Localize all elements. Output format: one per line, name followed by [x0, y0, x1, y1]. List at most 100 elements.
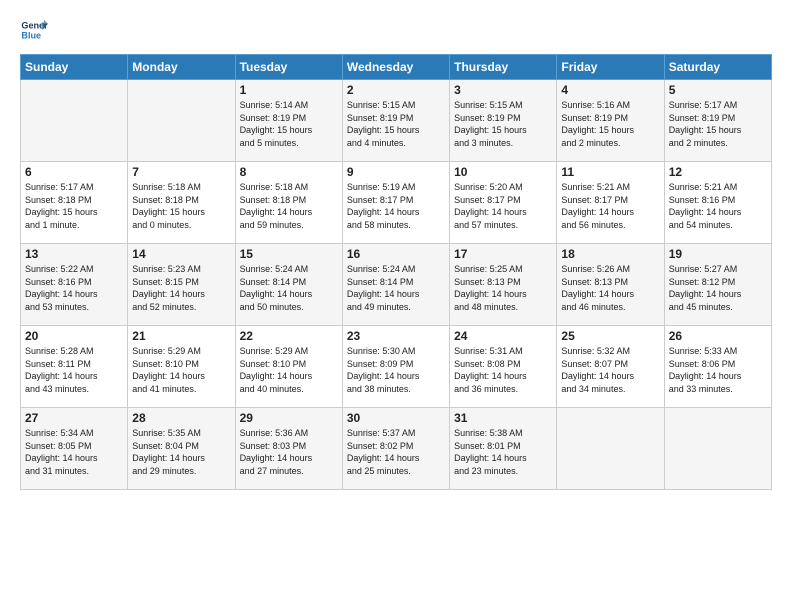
- day-cell: 14 Sunrise: 5:23 AM Sunset: 8:15 PM Dayli…: [128, 244, 235, 326]
- day-info: Sunrise: 5:28 AM Sunset: 8:11 PM Dayligh…: [25, 345, 123, 395]
- day-number: 29: [240, 411, 338, 425]
- logo: General Blue: [20, 16, 48, 44]
- day-number: 15: [240, 247, 338, 261]
- header: General Blue: [20, 16, 772, 44]
- day-cell: [21, 80, 128, 162]
- day-info: Sunrise: 5:15 AM Sunset: 8:19 PM Dayligh…: [347, 99, 445, 149]
- day-cell: 3Sunrise: 5:15 AM Sunset: 8:19 PM Daylig…: [450, 80, 557, 162]
- day-info: Sunrise: 5:17 AM Sunset: 8:19 PM Dayligh…: [669, 99, 767, 149]
- day-number: 17: [454, 247, 552, 261]
- day-cell: 16 Sunrise: 5:24 AM Sunset: 8:14 PM Dayli…: [342, 244, 449, 326]
- day-cell: 24Sunrise: 5:31 AM Sunset: 8:08 PM Dayli…: [450, 326, 557, 408]
- week-row-5: 27Sunrise: 5:34 AM Sunset: 8:05 PM Dayli…: [21, 408, 772, 490]
- day-cell: 31 Sunrise: 5:38 AM Sunset: 8:01 PM Dayli…: [450, 408, 557, 490]
- day-cell: 1Sunrise: 5:14 AM Sunset: 8:19 PM Daylig…: [235, 80, 342, 162]
- week-row-4: 20 Sunrise: 5:28 AM Sunset: 8:11 PM Dayli…: [21, 326, 772, 408]
- day-cell: 11Sunrise: 5:21 AM Sunset: 8:17 PM Dayli…: [557, 162, 664, 244]
- day-cell: 15 Sunrise: 5:24 AM Sunset: 8:14 PM Dayli…: [235, 244, 342, 326]
- day-cell: [664, 408, 771, 490]
- day-info: Sunrise: 5:32 AM Sunset: 8:07 PM Dayligh…: [561, 345, 659, 395]
- day-info: Sunrise: 5:21 AM Sunset: 8:16 PM Dayligh…: [669, 181, 767, 231]
- day-info: Sunrise: 5:29 AM Sunset: 8:10 PM Dayligh…: [132, 345, 230, 395]
- day-info: Sunrise: 5:34 AM Sunset: 8:05 PM Dayligh…: [25, 427, 123, 477]
- day-cell: 18 Sunrise: 5:26 AM Sunset: 8:13 PM Dayli…: [557, 244, 664, 326]
- day-info: Sunrise: 5:23 AM Sunset: 8:15 PM Dayligh…: [132, 263, 230, 313]
- day-cell: 23 Sunrise: 5:30 AM Sunset: 8:09 PM Dayli…: [342, 326, 449, 408]
- day-number: 6: [25, 165, 123, 179]
- day-cell: 25 Sunrise: 5:32 AM Sunset: 8:07 PM Dayli…: [557, 326, 664, 408]
- day-info: Sunrise: 5:17 AM Sunset: 8:18 PM Dayligh…: [25, 181, 123, 231]
- day-cell: 12 Sunrise: 5:21 AM Sunset: 8:16 PM Dayli…: [664, 162, 771, 244]
- day-cell: 26Sunrise: 5:33 AM Sunset: 8:06 PM Dayli…: [664, 326, 771, 408]
- day-cell: 22 Sunrise: 5:29 AM Sunset: 8:10 PM Dayli…: [235, 326, 342, 408]
- day-number: 8: [240, 165, 338, 179]
- page: General Blue SundayMondayTuesdayWednesda…: [0, 0, 792, 612]
- day-number: 1: [240, 83, 338, 97]
- day-info: Sunrise: 5:24 AM Sunset: 8:14 PM Dayligh…: [347, 263, 445, 313]
- day-number: 9: [347, 165, 445, 179]
- day-cell: 17Sunrise: 5:25 AM Sunset: 8:13 PM Dayli…: [450, 244, 557, 326]
- day-number: 10: [454, 165, 552, 179]
- day-cell: 20 Sunrise: 5:28 AM Sunset: 8:11 PM Dayli…: [21, 326, 128, 408]
- day-number: 28: [132, 411, 230, 425]
- day-cell: 5 Sunrise: 5:17 AM Sunset: 8:19 PM Daylig…: [664, 80, 771, 162]
- day-number: 4: [561, 83, 659, 97]
- day-number: 2: [347, 83, 445, 97]
- day-info: Sunrise: 5:22 AM Sunset: 8:16 PM Dayligh…: [25, 263, 123, 313]
- day-info: Sunrise: 5:26 AM Sunset: 8:13 PM Dayligh…: [561, 263, 659, 313]
- day-info: Sunrise: 5:35 AM Sunset: 8:04 PM Dayligh…: [132, 427, 230, 477]
- day-number: 13: [25, 247, 123, 261]
- day-cell: 8 Sunrise: 5:18 AM Sunset: 8:18 PM Daylig…: [235, 162, 342, 244]
- day-number: 16: [347, 247, 445, 261]
- day-cell: 10 Sunrise: 5:20 AM Sunset: 8:17 PM Dayli…: [450, 162, 557, 244]
- day-number: 3: [454, 83, 552, 97]
- col-header-thursday: Thursday: [450, 55, 557, 80]
- day-cell: 28 Sunrise: 5:35 AM Sunset: 8:04 PM Dayli…: [128, 408, 235, 490]
- week-row-3: 13 Sunrise: 5:22 AM Sunset: 8:16 PM Dayli…: [21, 244, 772, 326]
- day-info: Sunrise: 5:27 AM Sunset: 8:12 PM Dayligh…: [669, 263, 767, 313]
- day-number: 19: [669, 247, 767, 261]
- day-number: 5: [669, 83, 767, 97]
- day-info: Sunrise: 5:20 AM Sunset: 8:17 PM Dayligh…: [454, 181, 552, 231]
- day-info: Sunrise: 5:37 AM Sunset: 8:02 PM Dayligh…: [347, 427, 445, 477]
- day-info: Sunrise: 5:30 AM Sunset: 8:09 PM Dayligh…: [347, 345, 445, 395]
- day-cell: 13 Sunrise: 5:22 AM Sunset: 8:16 PM Dayli…: [21, 244, 128, 326]
- day-number: 23: [347, 329, 445, 343]
- day-info: Sunrise: 5:36 AM Sunset: 8:03 PM Dayligh…: [240, 427, 338, 477]
- day-number: 21: [132, 329, 230, 343]
- day-cell: 2 Sunrise: 5:15 AM Sunset: 8:19 PM Daylig…: [342, 80, 449, 162]
- day-cell: [557, 408, 664, 490]
- day-number: 24: [454, 329, 552, 343]
- col-header-tuesday: Tuesday: [235, 55, 342, 80]
- col-header-wednesday: Wednesday: [342, 55, 449, 80]
- day-info: Sunrise: 5:18 AM Sunset: 8:18 PM Dayligh…: [132, 181, 230, 231]
- col-header-sunday: Sunday: [21, 55, 128, 80]
- week-row-2: 6 Sunrise: 5:17 AM Sunset: 8:18 PM Daylig…: [21, 162, 772, 244]
- day-info: Sunrise: 5:38 AM Sunset: 8:01 PM Dayligh…: [454, 427, 552, 477]
- day-cell: 21 Sunrise: 5:29 AM Sunset: 8:10 PM Dayli…: [128, 326, 235, 408]
- day-number: 11: [561, 165, 659, 179]
- day-info: Sunrise: 5:19 AM Sunset: 8:17 PM Dayligh…: [347, 181, 445, 231]
- day-info: Sunrise: 5:24 AM Sunset: 8:14 PM Dayligh…: [240, 263, 338, 313]
- day-cell: 27Sunrise: 5:34 AM Sunset: 8:05 PM Dayli…: [21, 408, 128, 490]
- day-cell: 29 Sunrise: 5:36 AM Sunset: 8:03 PM Dayli…: [235, 408, 342, 490]
- day-info: Sunrise: 5:29 AM Sunset: 8:10 PM Dayligh…: [240, 345, 338, 395]
- col-header-friday: Friday: [557, 55, 664, 80]
- day-number: 30: [347, 411, 445, 425]
- col-header-saturday: Saturday: [664, 55, 771, 80]
- day-number: 25: [561, 329, 659, 343]
- day-number: 12: [669, 165, 767, 179]
- day-cell: 30 Sunrise: 5:37 AM Sunset: 8:02 PM Dayli…: [342, 408, 449, 490]
- day-number: 7: [132, 165, 230, 179]
- day-cell: 19 Sunrise: 5:27 AM Sunset: 8:12 PM Dayli…: [664, 244, 771, 326]
- day-info: Sunrise: 5:18 AM Sunset: 8:18 PM Dayligh…: [240, 181, 338, 231]
- day-cell: 9 Sunrise: 5:19 AM Sunset: 8:17 PM Daylig…: [342, 162, 449, 244]
- day-number: 20: [25, 329, 123, 343]
- day-number: 22: [240, 329, 338, 343]
- day-number: 31: [454, 411, 552, 425]
- day-number: 18: [561, 247, 659, 261]
- day-number: 14: [132, 247, 230, 261]
- day-cell: 4Sunrise: 5:16 AM Sunset: 8:19 PM Daylig…: [557, 80, 664, 162]
- svg-text:Blue: Blue: [21, 30, 41, 40]
- week-row-1: 1Sunrise: 5:14 AM Sunset: 8:19 PM Daylig…: [21, 80, 772, 162]
